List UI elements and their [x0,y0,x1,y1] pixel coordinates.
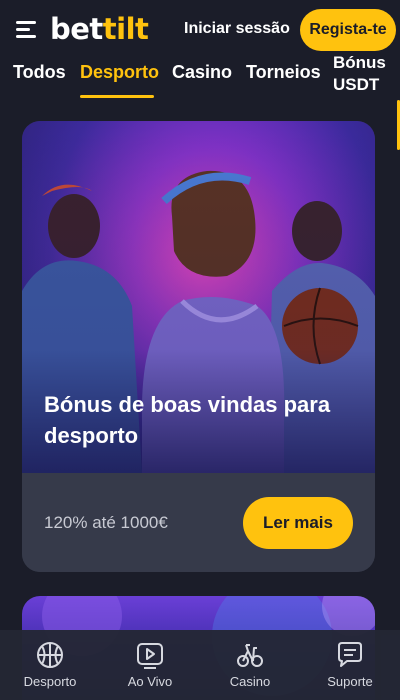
promo-title: Bónus de boas vindas para desporto [44,392,331,448]
bottom-navigation: Desporto Ao Vivo Casino Suporte [0,630,400,700]
tab-torneios[interactable]: Torneios [246,62,321,83]
register-button[interactable]: Regista-te [300,9,396,51]
category-tabs: Todos Desporto Casino Torneios Bónus USD… [0,53,400,98]
casino-bike-icon [237,644,263,667]
nav-item-casino[interactable]: Casino [200,630,300,700]
tab-desporto[interactable]: Desporto [80,62,159,83]
bettilt-logo[interactable]: bettilt [50,12,149,46]
live-video-icon [137,643,163,669]
nav-label-ao-vivo: Ao Vivo [127,674,173,689]
basketball-icon [37,642,63,668]
chat-icon [338,642,362,667]
login-link[interactable]: Iniciar sessão [184,20,290,38]
nav-item-suporte[interactable]: Suporte [300,630,400,700]
logo-text-bet: bet [50,12,103,46]
promo-card-footer: 120% até 1000€ Ler mais [22,473,375,572]
read-more-button[interactable]: Ler mais [243,497,353,549]
tab-casino[interactable]: Casino [172,62,232,83]
nav-label-suporte: Suporte [327,674,373,689]
nav-label-casino: Casino [229,674,271,689]
nav-item-ao-vivo[interactable]: Ao Vivo [100,630,200,700]
nav-label-desporto: Desporto [23,674,77,689]
top-header: bettilt Iniciar sessão Regista-te [0,0,400,58]
menu-icon[interactable] [16,21,36,38]
tab-bonus-usdt[interactable]: Bónus USDT [333,52,393,96]
promo-card[interactable]: Bónus de boas vindas para desporto 120% … [22,121,375,572]
nav-item-desporto[interactable]: Desporto [0,630,100,700]
promo-banner-image: Bónus de boas vindas para desporto [22,121,375,473]
tab-todos[interactable]: Todos [13,62,66,83]
promo-offer-text: 120% até 1000€ [44,513,168,532]
active-tab-indicator [80,95,154,98]
logo-text-tilt: tilt [102,12,149,46]
